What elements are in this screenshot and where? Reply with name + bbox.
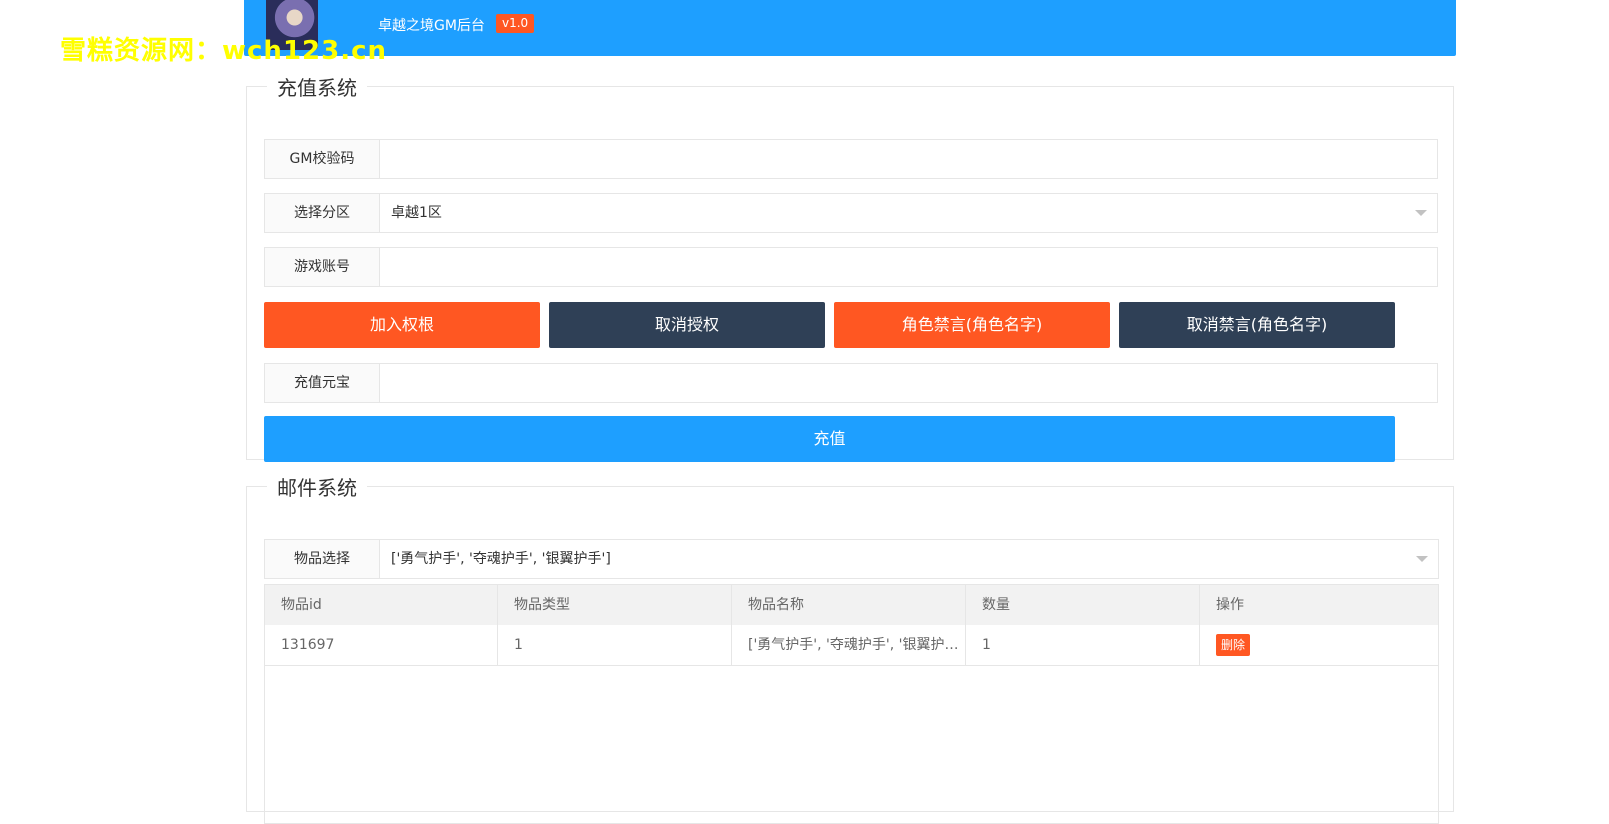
- table-header: 物品id 物品类型 物品名称 数量 操作: [265, 585, 1438, 626]
- account-label: 游戏账号: [265, 248, 380, 286]
- table-row: 131697 1 ['勇气护手', '夺魂护手', '银翼护手'] 1 删除: [265, 625, 1438, 666]
- cell-qty: 1: [966, 625, 1200, 665]
- item-select[interactable]: ['勇气护手', '夺魂护手', '银翼护手']: [391, 540, 611, 578]
- cell-type: 1: [498, 625, 732, 665]
- gm-code-row: GM校验码: [264, 139, 1438, 179]
- mail-legend: 邮件系统: [277, 476, 357, 500]
- add-auth-button[interactable]: 加入权根: [264, 302, 540, 348]
- recharge-legend: 充值系统: [277, 76, 357, 100]
- col-header-name: 物品名称: [732, 585, 966, 625]
- cell-id: 131697: [265, 625, 498, 665]
- col-header-id: 物品id: [265, 585, 498, 625]
- server-select-row[interactable]: 选择分区 卓越1区: [264, 193, 1438, 233]
- recharge-submit-button[interactable]: 充值: [264, 416, 1395, 462]
- col-header-action: 操作: [1216, 597, 1244, 613]
- watermark: 雪糕资源网：wch123.cn: [60, 36, 388, 66]
- version-badge: v1.0: [496, 14, 535, 33]
- cell-name: ['勇气护手', '夺魂护手', '银翼护手']: [732, 625, 966, 665]
- chevron-down-icon[interactable]: [1416, 556, 1428, 562]
- item-select-label: 物品选择: [265, 540, 380, 578]
- account-input[interactable]: [391, 248, 1421, 286]
- items-table: 物品id 物品类型 物品名称 数量 操作 131697 1 ['勇气护手', '…: [264, 584, 1439, 824]
- server-label: 选择分区: [265, 194, 380, 232]
- account-row: 游戏账号: [264, 247, 1438, 287]
- yuanbao-label: 充值元宝: [265, 364, 380, 402]
- col-header-qty: 数量: [966, 585, 1200, 625]
- yuanbao-row: 充值元宝: [264, 363, 1438, 403]
- gm-code-label: GM校验码: [265, 140, 380, 178]
- mail-panel: 邮件系统 物品选择 ['勇气护手', '夺魂护手', '银翼护手'] 物品id …: [246, 472, 1454, 824]
- chevron-down-icon[interactable]: [1415, 210, 1427, 216]
- unmute-role-button[interactable]: 取消禁言(角色名字): [1119, 302, 1395, 348]
- server-select[interactable]: 卓越1区: [391, 194, 442, 232]
- recharge-panel: 充值系统 GM校验码 选择分区 卓越1区 游戏账号 加入权根 取消授权 角色禁言…: [246, 72, 1454, 462]
- cell-action: 删除: [1200, 625, 1438, 665]
- delete-button[interactable]: 删除: [1216, 634, 1251, 656]
- cancel-auth-button[interactable]: 取消授权: [549, 302, 825, 348]
- app-title: 卓越之境GM后台: [378, 18, 485, 34]
- yuanbao-input[interactable]: [391, 364, 1421, 402]
- app-header: 卓越之境GM后台 v1.0: [244, 0, 1456, 56]
- col-header-type: 物品类型: [498, 585, 732, 625]
- gm-code-input[interactable]: [391, 140, 1421, 178]
- mute-role-button[interactable]: 角色禁言(角色名字): [834, 302, 1110, 348]
- item-select-row[interactable]: 物品选择 ['勇气护手', '夺魂护手', '银翼护手']: [264, 539, 1439, 579]
